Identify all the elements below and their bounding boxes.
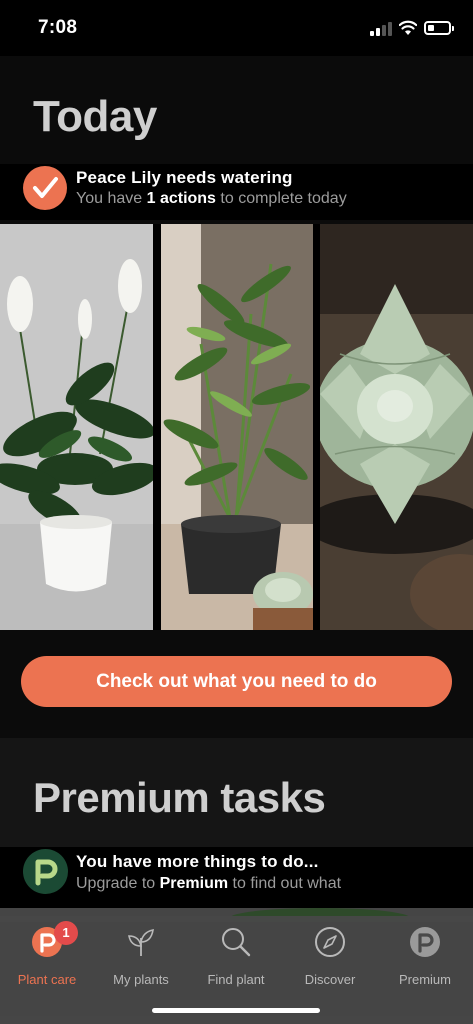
cellular-signal-icon (370, 22, 392, 36)
tab-premium[interactable]: Premium (378, 926, 472, 996)
peace-lily-photo[interactable] (0, 224, 153, 630)
tab-my-plants[interactable]: My plants (94, 926, 188, 996)
premium-row-title: You have more things to do... (76, 852, 319, 871)
tab-plant-care[interactable]: 1 Plant care (0, 921, 94, 996)
premium-row-subtitle: Upgrade to Premium to find out what (76, 875, 342, 892)
battery-icon (424, 21, 454, 35)
status-time: 7:08 (38, 17, 78, 38)
tab-label: Discover (304, 972, 356, 987)
home-indicator[interactable] (152, 1008, 320, 1013)
task-subtitle: You have 1 actions to complete today (76, 190, 347, 207)
task-title: Peace Lily needs watering (76, 168, 293, 187)
succulent-photo[interactable] (320, 224, 473, 630)
tab-label: Find plant (207, 972, 265, 987)
premium-word: Premium (159, 875, 229, 892)
tab-label: My plants (113, 972, 169, 987)
palm-plant-photo[interactable] (161, 224, 313, 630)
status-bar: 7:08 (0, 0, 473, 56)
wifi-icon (399, 20, 417, 35)
check-icon (23, 166, 67, 210)
premium-logo-icon (23, 849, 68, 894)
compass-icon (314, 926, 346, 958)
premium-upgrade-row[interactable]: You have more things to do... Upgrade to… (0, 847, 473, 908)
tab-find-plant[interactable]: Find plant (189, 926, 283, 996)
tab-label: Plant care (17, 972, 77, 987)
premium-section: Premium tasks You have more things to do… (0, 738, 473, 908)
today-section: Today Peace Lily needs watering You have… (0, 56, 473, 738)
tab-label: Premium (398, 972, 451, 987)
notification-badge: 1 (54, 921, 78, 945)
search-icon (220, 926, 252, 958)
premium-title: Premium tasks (33, 774, 326, 821)
action-count: 1 actions (146, 190, 216, 207)
sprout-icon (125, 926, 157, 958)
plant-photo-strip[interactable] (0, 224, 473, 630)
check-tasks-button[interactable]: Check out what you need to do (21, 656, 452, 707)
today-title: Today (33, 92, 157, 141)
task-row[interactable]: Peace Lily needs watering You have 1 act… (0, 164, 473, 220)
premium-p-icon (409, 926, 441, 958)
tab-discover[interactable]: Discover (283, 926, 377, 996)
